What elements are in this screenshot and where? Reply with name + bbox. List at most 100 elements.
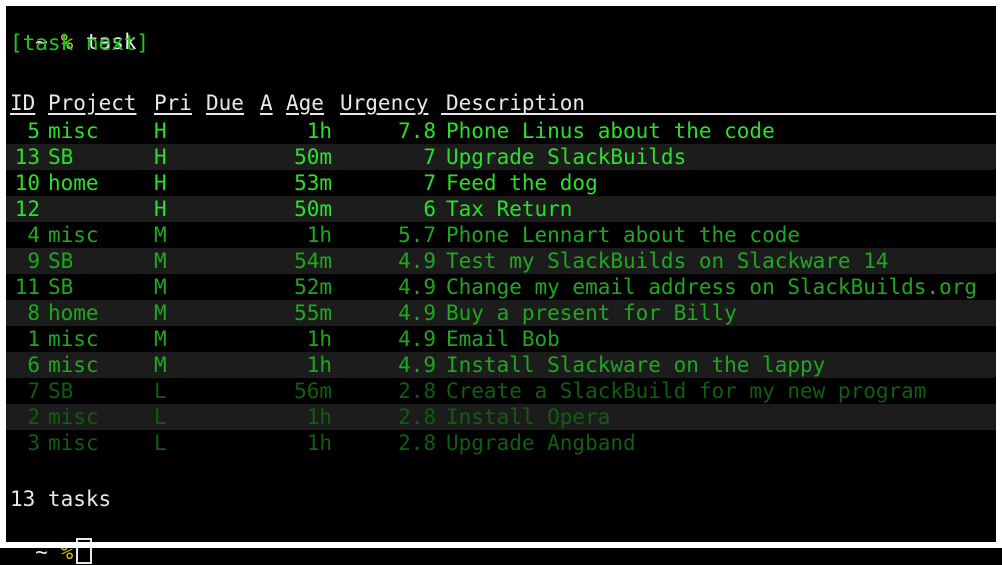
task-age: 50m [294, 145, 332, 169]
task-project: misc [48, 327, 99, 351]
task-pri: M [154, 223, 167, 247]
task-row: 3 misc L 1h 2.8 Upgrade Angband [0, 430, 1002, 456]
task-pri: L [154, 405, 167, 429]
header-rule [441, 113, 1002, 115]
task-row: 2 misc L 1h 2.8 Install Opera [0, 404, 1002, 430]
task-urgency: 4.9 [398, 249, 436, 273]
cursor[interactable] [76, 538, 93, 564]
task-project: misc [48, 119, 99, 143]
task-project: SB [48, 379, 74, 403]
task-project: home [48, 301, 99, 325]
task-project: misc [48, 431, 99, 455]
task-description: Upgrade Angband [446, 431, 636, 455]
task-id: 2 [27, 405, 40, 429]
task-description: Create a SlackBuild for my new program [446, 379, 927, 403]
task-age: 1h [306, 223, 332, 247]
task-pri: L [154, 431, 167, 455]
task-pri: M [154, 353, 167, 377]
task-age: 55m [294, 301, 332, 325]
task-pri: H [154, 171, 167, 195]
task-age: 1h [306, 353, 332, 377]
task-urgency: 4.9 [398, 275, 436, 299]
task-row: 5 misc H 1h 7.8 Phone Linus about the code [0, 118, 1002, 144]
task-description: Phone Lennart about the code [446, 223, 801, 247]
task-id: 7 [27, 379, 40, 403]
table-header: ID Project Pri Due A Age Urgency Descrip… [0, 90, 1002, 118]
task-row: 11 SB M 52m 4.9 Change my email address on Sl… [0, 274, 1002, 300]
task-row: 9 SB M 54m 4.9 Test my SlackBuilds on Slackwa… [0, 248, 1002, 274]
task-row: 7 SB L 56m 2.8 Create a SlackBuild for my new… [0, 378, 1002, 404]
task-row: 13 SB H 50m 7 Upgrade SlackBuilds [0, 144, 1002, 170]
task-age: 1h [306, 431, 332, 455]
task-id: 11 [14, 275, 40, 299]
task-urgency: 2.8 [398, 431, 436, 455]
summary-line: 13 tasks [10, 487, 112, 511]
col-id: ID [10, 91, 36, 115]
prompt-line: ~ % task [10, 3, 136, 54]
task-pri: H [154, 119, 167, 143]
task-id: 3 [27, 431, 40, 455]
task-id: 8 [27, 301, 40, 325]
task-project: SB [48, 145, 74, 169]
task-age: 1h [306, 405, 332, 429]
task-urgency: 4.9 [398, 327, 436, 351]
task-age: 52m [294, 275, 332, 299]
task-age: 1h [306, 119, 332, 143]
task-description: Upgrade SlackBuilds [446, 145, 687, 169]
task-urgency: 2.8 [398, 379, 436, 403]
task-description: Change my email address on SlackBuilds.o… [446, 275, 978, 299]
task-row: 8 home M 55m 4.9 Buy a present for Billy [0, 300, 1002, 326]
task-row: 10 home H 53m 7 Feed the dog [0, 170, 1002, 196]
task-age: 54m [294, 249, 332, 273]
col-urgency: Urgency [340, 91, 429, 115]
task-project: SB [48, 249, 74, 273]
task-pri: L [154, 379, 167, 403]
task-age: 50m [294, 197, 332, 221]
col-pri: Pri [154, 91, 192, 115]
task-project: misc [48, 223, 99, 247]
task-project: home [48, 171, 99, 195]
task-id: 13 [14, 145, 40, 169]
task-pri: H [154, 197, 167, 221]
prompt-tilde: ~ [35, 540, 48, 564]
report-label: [task next] [10, 31, 150, 55]
task-urgency: 4.9 [398, 353, 436, 377]
task-pri: M [154, 275, 167, 299]
col-a: A [260, 91, 273, 115]
prompt-symbol: % [60, 540, 74, 564]
task-description: Tax Return [446, 197, 573, 221]
col-project: Project [48, 91, 137, 115]
task-project: misc [48, 353, 99, 377]
task-urgency: 7 [423, 145, 436, 169]
task-description: Test my SlackBuilds on Slackware 14 [446, 249, 889, 273]
task-age: 53m [294, 171, 332, 195]
task-age: 56m [294, 379, 332, 403]
task-description: Feed the dog [446, 171, 598, 195]
task-id: 9 [27, 249, 40, 273]
task-urgency: 6 [423, 197, 436, 221]
task-project: SB [48, 275, 74, 299]
task-id: 5 [27, 119, 40, 143]
task-id: 10 [14, 171, 40, 195]
task-pri: M [154, 249, 167, 273]
task-id: 12 [14, 197, 40, 221]
task-project: misc [48, 405, 99, 429]
task-pri: M [154, 301, 167, 325]
task-pri: M [154, 327, 167, 351]
task-urgency: 4.9 [398, 301, 436, 325]
task-id: 6 [27, 353, 40, 377]
task-row: 6 misc M 1h 4.9 Install Slackware on the lapp… [0, 352, 1002, 378]
task-description: Email Bob [446, 327, 560, 351]
task-urgency: 5.7 [398, 223, 436, 247]
task-row: 1 misc M 1h 4.9 Email Bob [0, 326, 1002, 352]
task-description: Install Slackware on the lappy [446, 353, 826, 377]
task-id: 1 [27, 327, 40, 351]
task-urgency: 7 [423, 171, 436, 195]
task-description: Phone Linus about the code [446, 119, 775, 143]
task-description: Buy a present for Billy [446, 301, 737, 325]
task-pri: H [154, 145, 167, 169]
task-description: Install Opera [446, 405, 611, 429]
prompt-line-2: ~ % [10, 512, 93, 564]
task-urgency: 7.8 [398, 119, 436, 143]
task-row: 4 misc M 1h 5.7 Phone Lennart about the code [0, 222, 1002, 248]
